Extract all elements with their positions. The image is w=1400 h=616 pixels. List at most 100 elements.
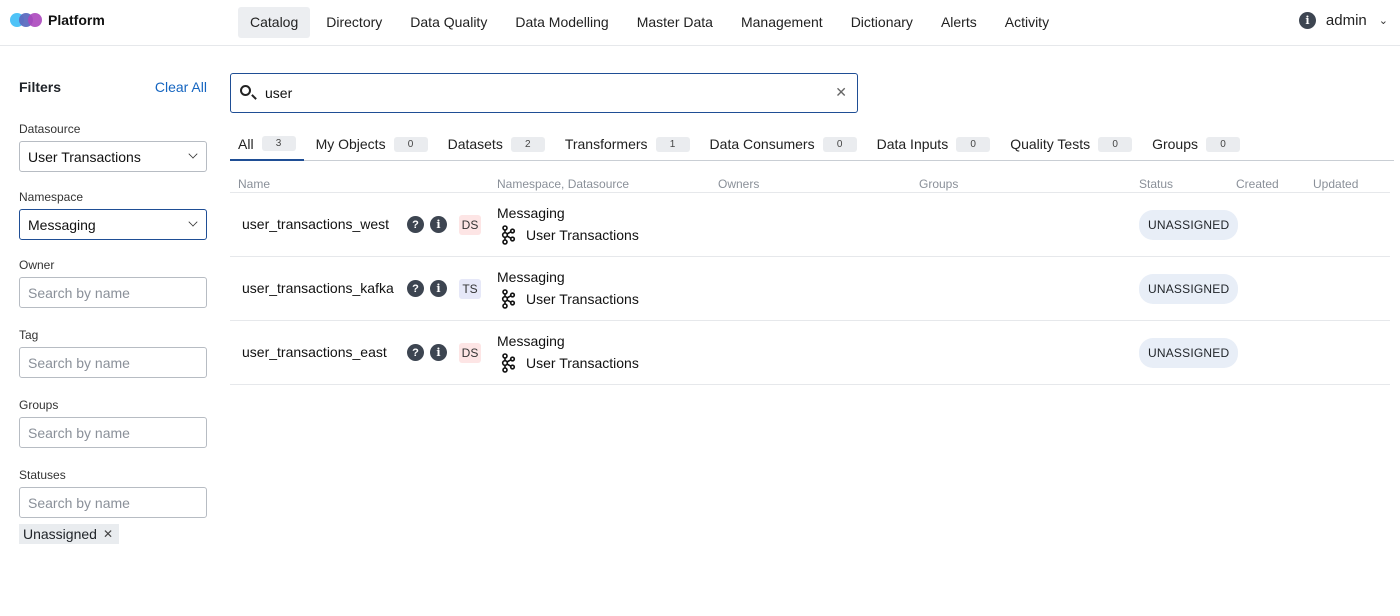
nav-item-data-modelling[interactable]: Data Modelling (503, 7, 620, 38)
filters-panel: Filters Clear All Datasource User Transa… (19, 76, 207, 544)
column-header-updated[interactable]: Updated (1313, 177, 1358, 191)
namespace-text: Messaging (497, 269, 565, 285)
count-badge: 0 (822, 136, 857, 152)
tag-search-input[interactable] (19, 347, 207, 378)
tab-quality-tests[interactable]: Quality Tests 0 (1002, 128, 1140, 160)
column-header-status[interactable]: Status (1139, 177, 1173, 191)
nav-item-activity[interactable]: Activity (993, 7, 1061, 38)
status-chip-label: Unassigned (23, 526, 97, 542)
tab-label: Groups (1152, 136, 1199, 152)
question-icon[interactable]: ? (407, 280, 424, 297)
status-badge: UNASSIGNED (1139, 210, 1239, 240)
type-tag: DS (459, 215, 481, 235)
question-icon[interactable]: ? (407, 344, 424, 361)
tab-label: All (238, 135, 254, 152)
tab-transformers[interactable]: Transformers 1 (557, 128, 698, 160)
nav-item-dictionary[interactable]: Dictionary (839, 7, 925, 38)
column-header-created[interactable]: Created (1236, 177, 1279, 191)
user-menu[interactable]: admin (1326, 12, 1367, 29)
main-nav: Catalog Directory Data Quality Data Mode… (238, 7, 1065, 38)
kafka-icon (501, 289, 516, 309)
tab-label: Quality Tests (1010, 136, 1091, 152)
datasource-value: User Transactions (28, 149, 141, 165)
count-badge: 3 (261, 136, 296, 151)
chevron-down-icon[interactable]: ⌄ (1379, 14, 1388, 27)
table-row[interactable]: user_transactions_kafka ? i TS Messaging… (230, 257, 1390, 321)
datasource-label: Datasource (19, 122, 81, 136)
status-badge: UNASSIGNED (1139, 338, 1239, 368)
user-area: i admin ⌄ (1298, 12, 1388, 29)
filters-title: Filters (19, 79, 62, 95)
asset-name[interactable]: user_transactions_kafka (242, 280, 397, 296)
datasource-text: User Transactions (526, 355, 639, 371)
tag-label: Tag (19, 328, 39, 342)
owner-search-input[interactable] (19, 277, 207, 308)
namespace-text: Messaging (497, 205, 565, 221)
nav-item-directory[interactable]: Directory (314, 7, 394, 38)
kafka-icon (501, 353, 516, 373)
namespace-label: Namespace (19, 190, 84, 204)
chevron-down-icon (188, 217, 198, 227)
kafka-icon (501, 225, 516, 245)
count-badge: 0 (1098, 136, 1133, 152)
groups-search-input[interactable] (19, 417, 207, 448)
datasource-select[interactable]: User Transactions (19, 141, 207, 172)
brand[interactable]: Platform (10, 12, 105, 28)
tab-datasets[interactable]: Datasets 2 (440, 128, 553, 160)
datasource-text: User Transactions (526, 227, 639, 243)
nav-item-catalog[interactable]: Catalog (238, 7, 311, 38)
search-input-value[interactable]: user (265, 85, 292, 101)
statuses-search-input[interactable] (19, 487, 207, 518)
statuses-label: Statuses (19, 468, 66, 482)
info-icon[interactable]: i (430, 344, 447, 361)
nav-item-data-quality[interactable]: Data Quality (398, 7, 499, 38)
table-row[interactable]: user_transactions_west ? i DS Messaging … (230, 193, 1390, 257)
clear-all-link[interactable]: Clear All (155, 79, 207, 95)
tab-all[interactable]: All 3 (230, 128, 304, 161)
table-row[interactable]: user_transactions_east ? i DS Messaging … (230, 321, 1390, 385)
groups-label: Groups (19, 398, 59, 412)
app-name: Platform (48, 12, 105, 28)
top-nav-bar: Platform Catalog Directory Data Quality … (0, 0, 1400, 46)
nav-item-alerts[interactable]: Alerts (929, 7, 989, 38)
owner-label: Owner (19, 258, 55, 272)
status-badge: UNASSIGNED (1139, 274, 1239, 304)
tab-groups[interactable]: Groups 0 (1144, 128, 1248, 160)
tab-label: My Objects (315, 136, 386, 152)
count-badge: 0 (393, 136, 428, 152)
nav-item-management[interactable]: Management (729, 7, 835, 38)
datasource-cell: User Transactions (500, 225, 639, 245)
count-badge: 0 (956, 136, 991, 152)
count-badge: 0 (1206, 136, 1241, 152)
info-icon[interactable]: i (430, 280, 447, 297)
datasource-text: User Transactions (526, 291, 639, 307)
catalog-search[interactable]: user ✕ (230, 73, 858, 113)
table-header: Name Namespace, Datasource Owners Groups… (230, 175, 1390, 193)
info-icon[interactable]: i (430, 216, 447, 233)
logo-icon (10, 13, 42, 27)
namespace-select[interactable]: Messaging (19, 209, 207, 240)
column-header-namespace[interactable]: Namespace, Datasource (497, 177, 629, 191)
column-header-owners[interactable]: Owners (718, 177, 759, 191)
result-tabs: All 3 My Objects 0 Datasets 2 Transforme… (230, 128, 1394, 161)
tab-label: Data Consumers (709, 136, 815, 152)
question-icon[interactable]: ? (407, 216, 424, 233)
tab-data-consumers[interactable]: Data Consumers 0 (702, 128, 865, 160)
close-icon[interactable]: ✕ (103, 527, 113, 541)
close-icon[interactable]: ✕ (835, 84, 847, 101)
tab-label: Data Inputs (876, 136, 949, 152)
info-icon[interactable]: i (1298, 12, 1316, 29)
tab-my-objects[interactable]: My Objects 0 (308, 128, 436, 160)
column-header-name[interactable]: Name (238, 177, 270, 191)
tab-data-inputs[interactable]: Data Inputs 0 (869, 128, 999, 160)
column-header-groups[interactable]: Groups (919, 177, 958, 191)
namespace-value: Messaging (28, 217, 96, 233)
search-icon (240, 85, 251, 96)
status-chip-unassigned: Unassigned ✕ (19, 524, 119, 544)
chevron-down-icon (188, 149, 198, 159)
nav-item-master-data[interactable]: Master Data (625, 7, 725, 38)
type-tag: DS (459, 343, 481, 363)
asset-name[interactable]: user_transactions_east (242, 344, 397, 360)
asset-name[interactable]: user_transactions_west (242, 216, 397, 232)
count-badge: 1 (655, 136, 690, 152)
